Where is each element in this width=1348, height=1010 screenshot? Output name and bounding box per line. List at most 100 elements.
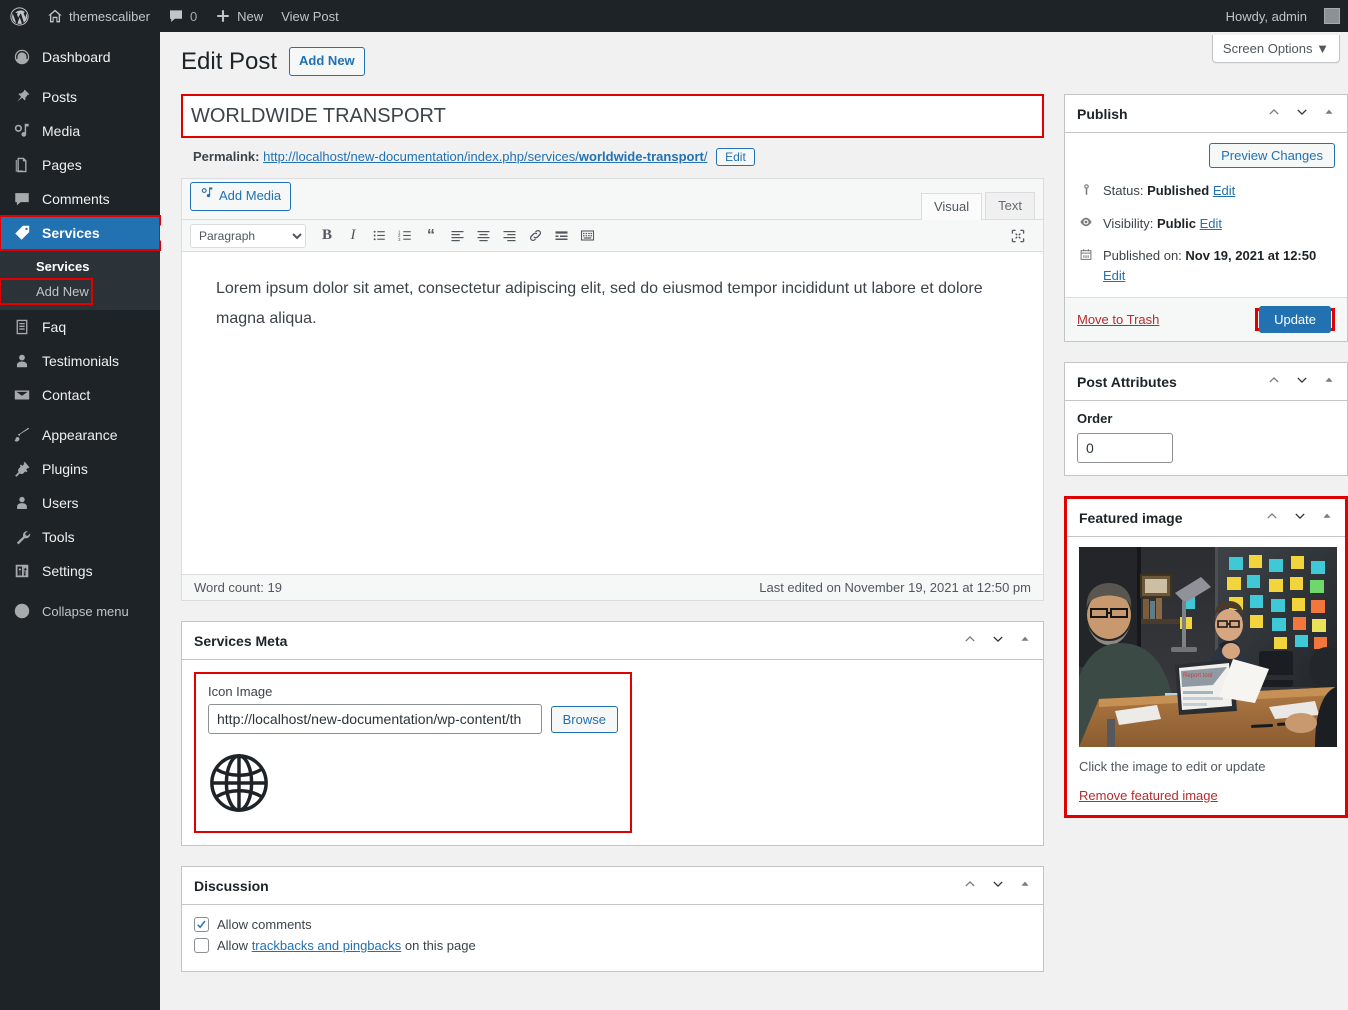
collapse-menu-button[interactable]: Collapse menu: [0, 594, 160, 628]
link-icon[interactable]: [522, 224, 548, 248]
panel-tools: [1265, 509, 1333, 526]
toggle-panel-icon[interactable]: [1019, 878, 1031, 893]
italic-icon[interactable]: I: [340, 224, 366, 248]
view-post-button[interactable]: View Post: [272, 0, 348, 32]
chevron-up-icon[interactable]: [1267, 373, 1281, 390]
toolbar-toggle-icon[interactable]: [574, 224, 600, 248]
sidebar-item-label: Comments: [42, 191, 110, 207]
sidebar-item-appearance[interactable]: Appearance: [0, 418, 160, 452]
permalink-suffix: /: [703, 149, 708, 164]
icon-preview[interactable]: [208, 752, 618, 817]
new-content-button[interactable]: New: [206, 0, 272, 32]
order-label: Order: [1077, 411, 1113, 426]
sidebar-item-users[interactable]: Users: [0, 486, 160, 520]
toggle-panel-icon[interactable]: [1323, 106, 1335, 121]
wordpress-logo-button[interactable]: [0, 0, 38, 32]
icon-image-row: Browse: [208, 704, 618, 734]
chevron-up-icon[interactable]: [963, 632, 977, 649]
bulleted-list-icon[interactable]: [366, 224, 392, 248]
sidebar-item-dashboard[interactable]: Dashboard: [0, 40, 160, 74]
sidebar-item-comments[interactable]: Comments: [0, 182, 160, 216]
sidebar-item-media[interactable]: Media: [0, 114, 160, 148]
submenu-item-add-new[interactable]: Add New: [0, 278, 93, 305]
toggle-panel-icon[interactable]: [1019, 633, 1031, 648]
toggle-panel-icon[interactable]: [1321, 510, 1333, 525]
allow-comments-checkbox[interactable]: [194, 917, 209, 932]
comments-button[interactable]: 0: [159, 0, 206, 32]
chevron-up-icon[interactable]: [1267, 105, 1281, 122]
icon-image-input[interactable]: [208, 704, 542, 734]
published-edit-link[interactable]: Edit: [1103, 268, 1125, 283]
chevron-up-icon[interactable]: [963, 877, 977, 894]
sidebar-item-plugins[interactable]: Plugins: [0, 452, 160, 486]
allow-pings-checkbox[interactable]: [194, 938, 209, 953]
editor-toolbar-right: [1005, 224, 1035, 248]
sidebar-item-label: Plugins: [42, 461, 88, 477]
plug-icon: [12, 459, 32, 479]
sidebar-item-tools[interactable]: Tools: [0, 520, 160, 554]
sidebar-item-pages[interactable]: Pages: [0, 148, 160, 182]
chevron-down-icon[interactable]: [1293, 509, 1307, 526]
chevron-up-icon[interactable]: [1265, 509, 1279, 526]
tab-visual[interactable]: Visual: [920, 193, 983, 220]
chevron-down-icon[interactable]: [991, 877, 1005, 894]
sidebar-item-settings[interactable]: Settings: [0, 554, 160, 588]
remove-featured-image-link[interactable]: Remove featured image: [1079, 788, 1218, 803]
sidebar-item-label: Dashboard: [42, 49, 111, 65]
visibility-value: Public: [1156, 215, 1196, 231]
trackbacks-link[interactable]: trackbacks and pingbacks: [252, 938, 402, 953]
featured-image-thumbnail[interactable]: Report tool: [1079, 547, 1337, 747]
user-icon: [12, 351, 32, 371]
align-right-icon[interactable]: [496, 224, 522, 248]
order-input[interactable]: [1077, 433, 1173, 463]
admin-sidebar: Dashboard Posts Media Pages Comments Ser…: [0, 32, 168, 1010]
sidebar-item-contact[interactable]: Contact: [0, 378, 160, 412]
sidebar-item-faq[interactable]: Faq: [0, 310, 160, 344]
bold-icon[interactable]: B: [314, 224, 340, 248]
eye-icon: [1077, 214, 1095, 229]
content-area: Edit Post Add New Permalink: http://loca…: [181, 46, 1348, 972]
chevron-down-icon[interactable]: [1295, 373, 1309, 390]
chevron-down-icon[interactable]: [991, 632, 1005, 649]
site-name-button[interactable]: themescaliber: [38, 0, 159, 32]
toggle-panel-icon[interactable]: [1323, 374, 1335, 389]
allow-pings-text: Allow trackbacks and pingbacks on this p…: [217, 938, 476, 953]
howdy-label[interactable]: Howdy, admin: [1217, 0, 1316, 32]
submenu-item-services[interactable]: Services: [0, 254, 160, 279]
update-button[interactable]: Update: [1259, 306, 1331, 333]
home-icon: [47, 8, 63, 24]
numbered-list-icon[interactable]: 123: [392, 224, 418, 248]
preview-row: Preview Changes: [1077, 143, 1335, 168]
blockquote-icon[interactable]: “: [418, 224, 444, 248]
preview-changes-button[interactable]: Preview Changes: [1209, 143, 1335, 168]
status-edit-link[interactable]: Edit: [1213, 183, 1235, 198]
sidebar-item-testimonials[interactable]: Testimonials: [0, 344, 160, 378]
post-attributes-title: Post Attributes: [1077, 373, 1177, 390]
page-title: Edit Post: [181, 48, 278, 75]
permalink-link[interactable]: http://localhost/new-documentation/index…: [263, 149, 707, 164]
sidebar-item-label: Services: [42, 225, 100, 241]
add-new-button[interactable]: Add New: [289, 47, 365, 76]
read-more-icon[interactable]: [548, 224, 574, 248]
move-to-trash-link[interactable]: Move to Trash: [1077, 312, 1159, 327]
avatar[interactable]: [1324, 8, 1340, 24]
visibility-edit-link[interactable]: Edit: [1200, 216, 1222, 231]
fullscreen-icon[interactable]: [1005, 224, 1031, 248]
status-row: Status: Published Edit: [1077, 181, 1335, 201]
add-media-button[interactable]: Add Media: [190, 182, 292, 211]
featured-image-body: Report tool Click the image to edit or u…: [1067, 537, 1345, 815]
paragraph-format-select[interactable]: Paragraph: [190, 223, 306, 248]
browse-button[interactable]: Browse: [550, 705, 618, 733]
visibility-label: Visibility:: [1103, 215, 1154, 231]
svg-text:Report tool: Report tool: [1183, 673, 1212, 679]
align-left-icon[interactable]: [444, 224, 470, 248]
tab-text[interactable]: Text: [985, 192, 1035, 219]
permalink-edit-button[interactable]: Edit: [716, 148, 755, 166]
editor-body[interactable]: Lorem ipsum dolor sit amet, consectetur …: [182, 252, 1043, 574]
chevron-down-icon[interactable]: [1295, 105, 1309, 122]
editor-toolbar: Paragraph B I 123 “: [182, 220, 1043, 252]
post-title-input[interactable]: [181, 94, 1044, 138]
align-center-icon[interactable]: [470, 224, 496, 248]
sidebar-item-posts[interactable]: Posts: [0, 80, 160, 114]
sidebar-item-services[interactable]: Services: [0, 215, 168, 251]
